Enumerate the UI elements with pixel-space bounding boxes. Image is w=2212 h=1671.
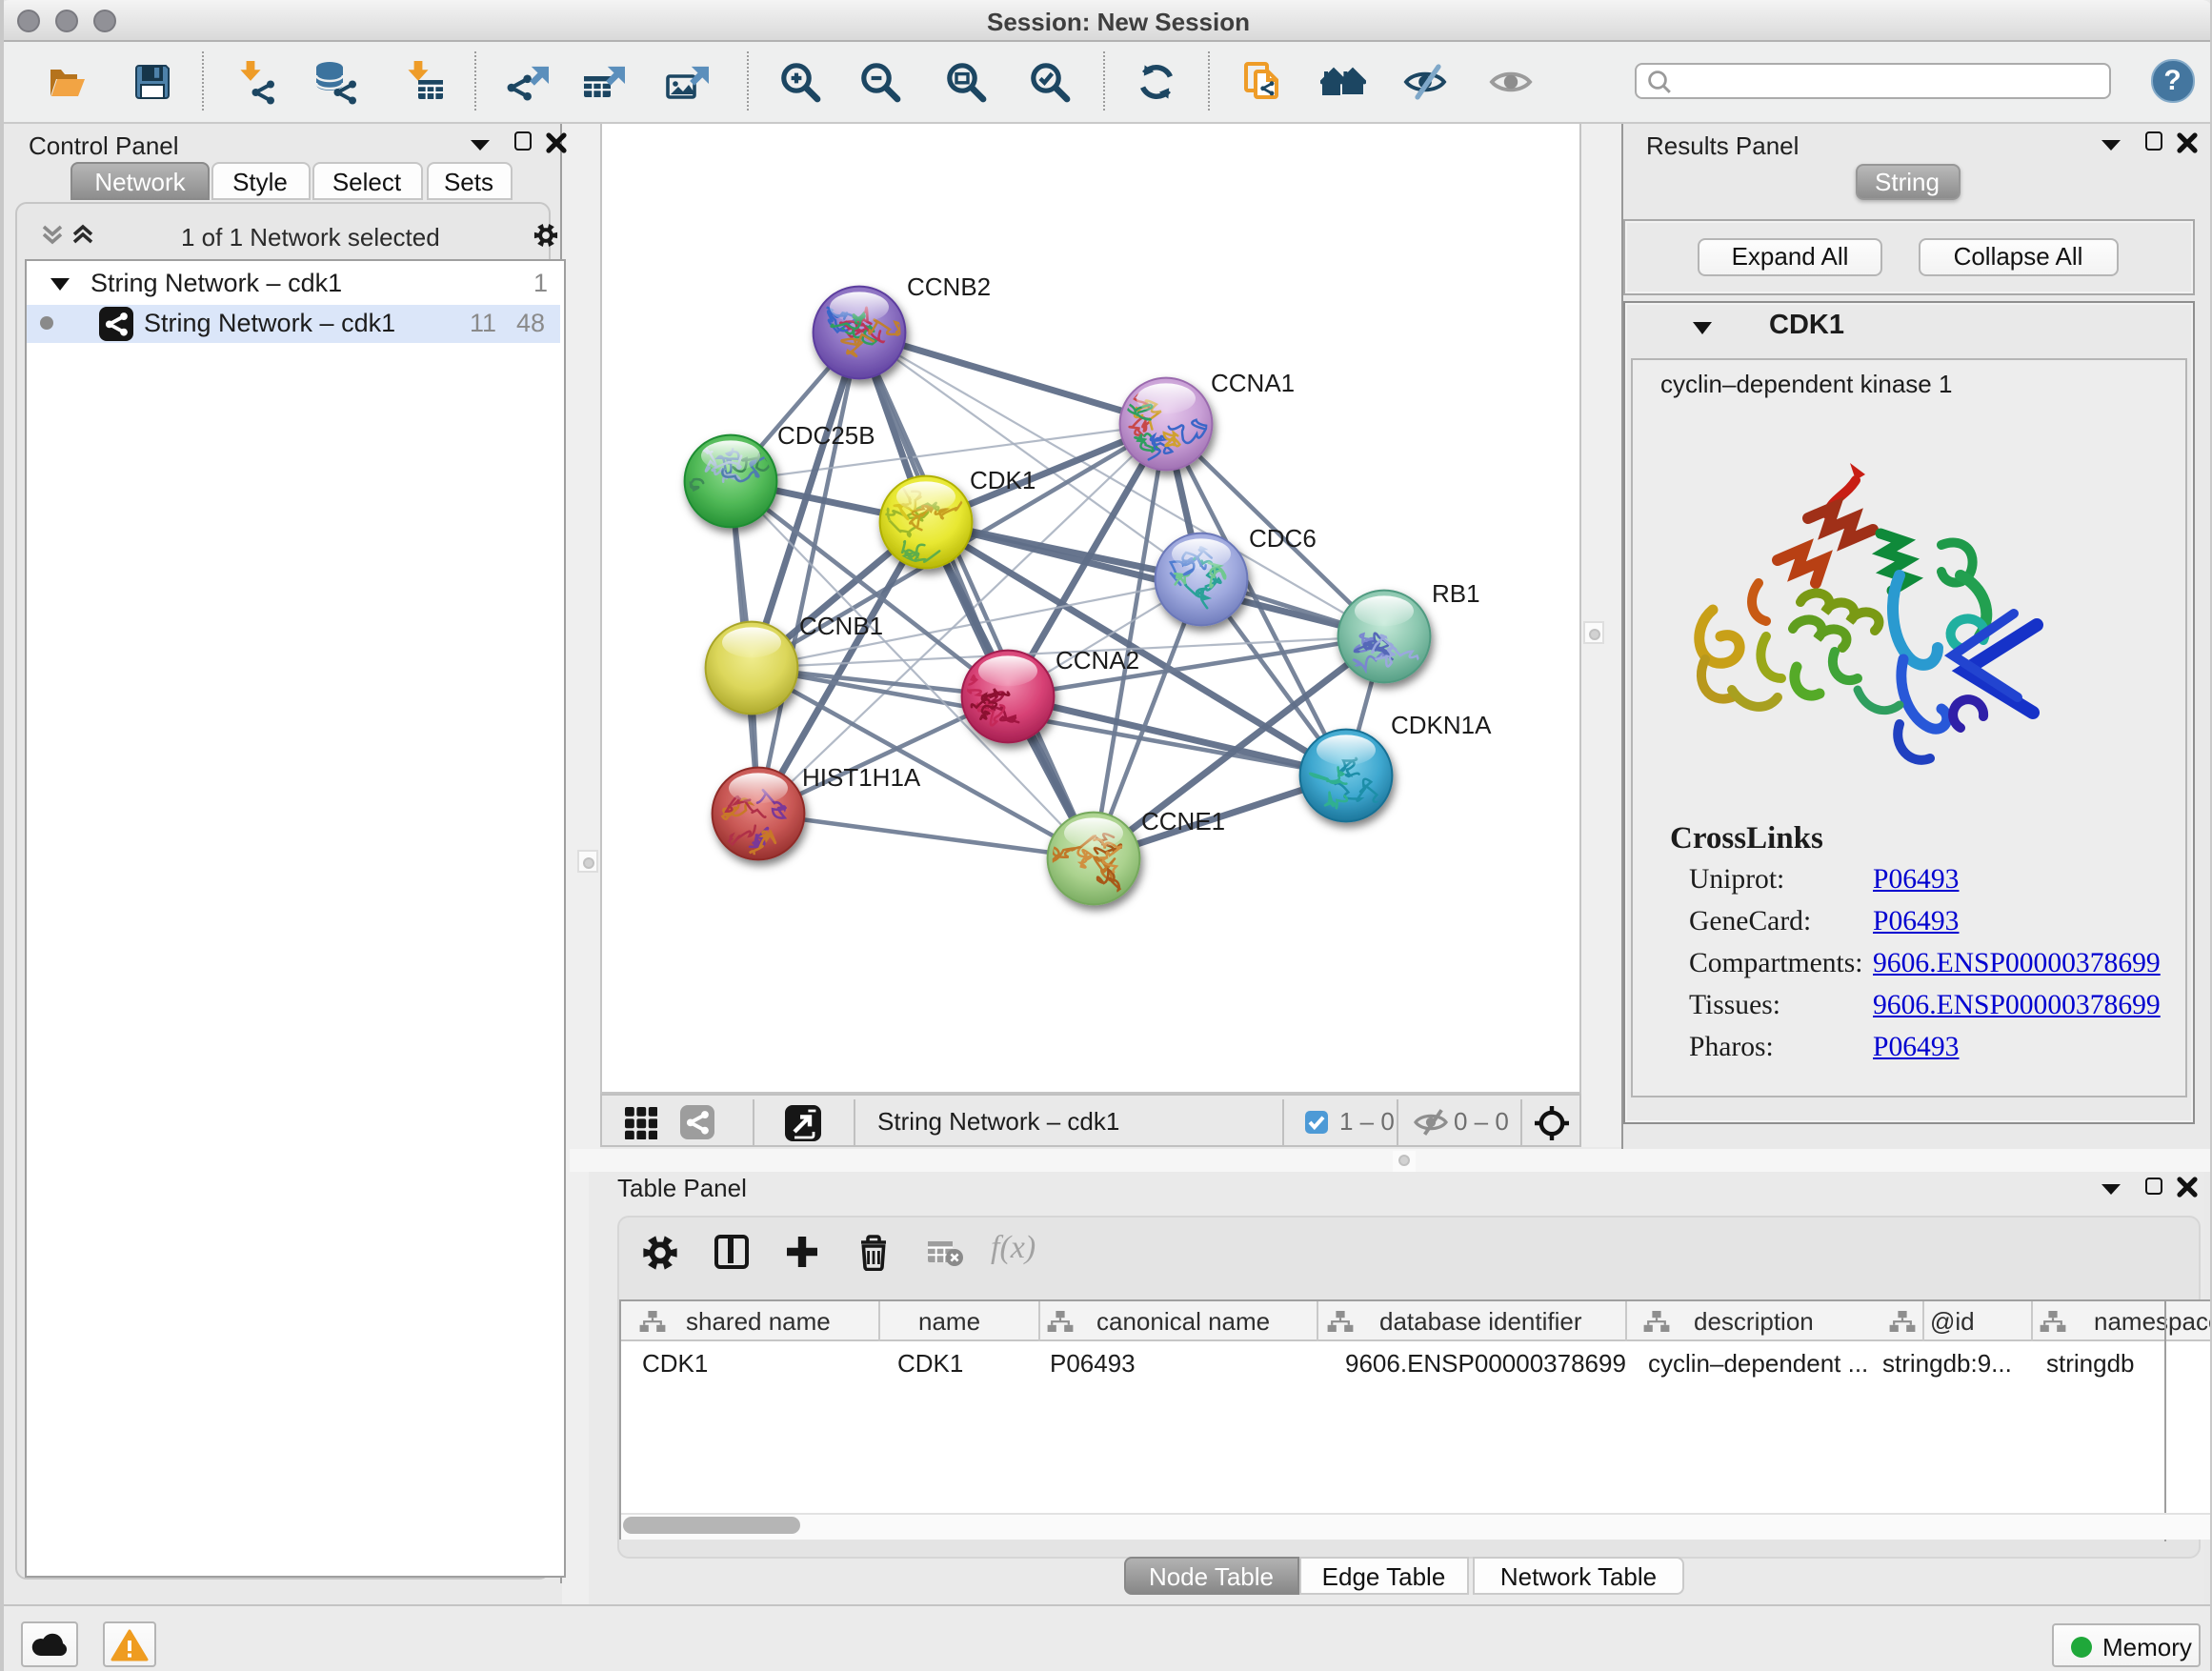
svg-text:HIST1H1A: HIST1H1A <box>802 763 921 792</box>
svg-text:CDK1: CDK1 <box>970 466 1036 494</box>
svg-text:CCNA1: CCNA1 <box>1211 369 1295 397</box>
svg-text:CDC25B: CDC25B <box>777 421 875 450</box>
svg-text:CCNE1: CCNE1 <box>1141 807 1225 836</box>
svg-text:RB1: RB1 <box>1432 579 1480 608</box>
svg-text:CCNB2: CCNB2 <box>907 272 991 301</box>
svg-text:CDC6: CDC6 <box>1249 524 1317 553</box>
svg-text:CCNA2: CCNA2 <box>1056 646 1139 674</box>
svg-text:CCNB1: CCNB1 <box>799 612 883 640</box>
svg-text:CDKN1A: CDKN1A <box>1391 711 1492 739</box>
